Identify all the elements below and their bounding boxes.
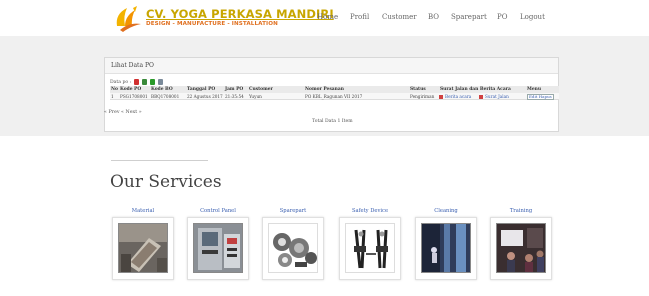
service-card-sparepart[interactable] xyxy=(262,217,324,280)
safety-harness-photo-icon xyxy=(345,223,395,273)
control-panel-photo-icon xyxy=(193,223,243,273)
brand-name[interactable]: CV. YOGA PERKASA MANDIRI xyxy=(146,7,334,21)
nav-profil[interactable]: Profil xyxy=(350,13,369,21)
service-label-safety-device[interactable]: Safety Device xyxy=(339,208,401,214)
export-print-icon[interactable] xyxy=(158,79,163,85)
service-card-training[interactable] xyxy=(490,217,552,280)
cell-kode-po: PSG1708001 xyxy=(120,94,148,99)
export-pdf-icon[interactable] xyxy=(134,79,139,85)
nav-customer[interactable]: Customer xyxy=(382,13,417,21)
panel-header: Lihat Data PO xyxy=(105,58,558,74)
export-label: Data po : xyxy=(110,80,132,85)
service-label-material[interactable]: Material xyxy=(112,208,174,214)
col-kode-bo: Kode BO xyxy=(151,87,173,92)
training-photo-icon xyxy=(496,223,546,273)
col-nomor-pesanan: Nomor Pesanan xyxy=(305,87,344,92)
cell-no: 1 xyxy=(111,94,114,99)
nav-bo[interactable]: BO xyxy=(428,13,439,21)
berita-acara-link[interactable]: Berita acara xyxy=(445,94,471,99)
section-divider xyxy=(111,160,208,161)
cell-jam-po: 21:35:54 xyxy=(225,94,244,99)
pagination[interactable]: « Prev « Next » xyxy=(104,110,142,115)
service-card-control-panel[interactable] xyxy=(187,217,249,280)
cell-customer: Yuyun xyxy=(249,94,262,99)
col-no: No xyxy=(111,87,118,92)
company-logo-icon[interactable] xyxy=(113,4,143,32)
col-jam-po: Jam PO xyxy=(225,87,244,92)
nav-sparepart[interactable]: Sparepart xyxy=(451,13,487,21)
export-excel-icon[interactable] xyxy=(142,79,147,85)
panel-title: Lihat Data PO xyxy=(111,62,154,69)
brand-tagline: DESIGN - MANUFACTURE - INSTALLATION xyxy=(146,21,278,27)
col-status: Status xyxy=(410,87,426,92)
pdf-icon[interactable] xyxy=(479,94,483,99)
services-title: Our Services xyxy=(110,172,222,192)
service-card-cleaning[interactable] xyxy=(415,217,477,280)
material-photo-icon xyxy=(118,223,168,273)
pdf-icon[interactable] xyxy=(439,94,443,99)
service-card-safety-device[interactable] xyxy=(339,217,401,280)
cell-status: Pengiriman xyxy=(410,94,435,99)
service-label-sparepart[interactable]: Sparepart xyxy=(262,208,324,214)
col-menu: Menu xyxy=(527,87,542,92)
col-kode-po: Kode PO xyxy=(120,87,142,92)
export-csv-icon[interactable] xyxy=(150,79,155,85)
col-surat-jalan: Surat Jalan dan Berita Acara xyxy=(440,87,511,92)
service-label-control-panel[interactable]: Control Panel xyxy=(187,208,249,214)
cell-tanggal-po: 22 Agustus 2017 xyxy=(187,94,223,99)
service-label-training[interactable]: Training xyxy=(490,208,552,214)
service-card-material[interactable] xyxy=(112,217,174,280)
nav-po[interactable]: PO xyxy=(497,13,507,21)
nav-home[interactable]: Home xyxy=(317,13,338,21)
total-items: Total Data 1 Item xyxy=(312,119,353,124)
surat-jalan-link[interactable]: Surat Jalan xyxy=(485,94,509,99)
cleaning-photo-icon xyxy=(421,223,471,273)
cell-kode-bo: BBQ1708001 xyxy=(151,94,180,99)
col-customer: Customer xyxy=(249,87,273,92)
col-tanggal-po: Tanggal PO xyxy=(187,87,216,92)
edit-hapus-button[interactable]: Edit Hapus xyxy=(527,93,554,100)
cell-nomor-pesanan: PO KBL_Ragunan VII 2017 xyxy=(305,94,363,99)
sparepart-photo-icon xyxy=(268,223,318,273)
nav-logout[interactable]: Logout xyxy=(520,13,545,21)
site-header: CV. YOGA PERKASA MANDIRI DESIGN - MANUFA… xyxy=(0,0,649,36)
service-label-cleaning[interactable]: Cleaning xyxy=(415,208,477,214)
